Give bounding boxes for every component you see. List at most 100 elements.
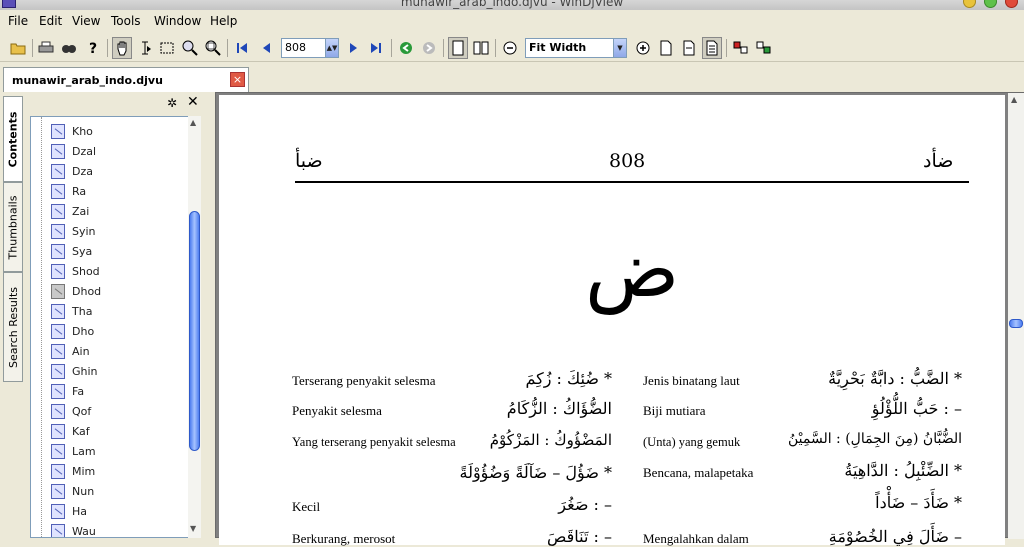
first-page-icon[interactable] xyxy=(232,37,252,59)
viewer-scroll-thumb[interactable] xyxy=(1009,319,1023,328)
display-mode-icon[interactable] xyxy=(731,37,751,59)
zoom-in-icon[interactable] xyxy=(633,37,653,59)
entry-arabic: * ضَأَدَ – ضَأْداً xyxy=(875,493,962,512)
gear-icon[interactable]: ✲ xyxy=(167,96,177,110)
entry-arabic: * ضُئِكَ : زُكِمَ xyxy=(525,369,612,388)
bookmark-icon xyxy=(51,403,65,419)
find-icon[interactable] xyxy=(59,37,79,59)
scroll-up-icon[interactable]: ▲ xyxy=(190,118,196,127)
tree-item-label: Sya xyxy=(72,244,93,258)
menu-edit[interactable]: Edit xyxy=(39,14,62,28)
hand-icon[interactable] xyxy=(112,37,132,59)
zoom-select[interactable]: Fit Width ▼ xyxy=(525,38,627,58)
menu-window[interactable]: Window xyxy=(154,14,201,28)
help-icon[interactable]: ? xyxy=(83,37,103,59)
next-page-icon[interactable] xyxy=(344,37,364,59)
toolbar: ? 808 ▲▼ Fit Width ▼ xyxy=(0,34,1024,62)
document-tab[interactable]: munawir_arab_indo.djvu × xyxy=(3,67,249,92)
tree-item-label: Qof xyxy=(72,404,92,418)
page-spin-icon[interactable]: ▲▼ xyxy=(325,39,338,57)
zoom-icon[interactable] xyxy=(180,37,200,59)
last-page-icon[interactable] xyxy=(366,37,386,59)
tree-item-label: Ha xyxy=(72,504,88,518)
text-select-icon[interactable] xyxy=(135,37,155,59)
page-header-left: ضبأ xyxy=(295,150,323,172)
entry-meaning: Penyakit selesma xyxy=(292,403,382,418)
tree-item-kho[interactable]: Kho xyxy=(51,121,93,141)
page-number-value: 808 xyxy=(285,41,306,54)
tree-item-tha[interactable]: Tha xyxy=(51,301,92,321)
section-letter: ض xyxy=(585,225,680,315)
tree-item-label: Zai xyxy=(72,204,90,218)
tree-item-syin[interactable]: Syin xyxy=(51,221,96,241)
scroll-up-icon[interactable]: ▲ xyxy=(1011,95,1017,104)
bookmark-icon xyxy=(51,123,65,139)
single-page-icon[interactable] xyxy=(448,37,468,59)
title-bar: munawir_arab_indo.djvu - WinDjView xyxy=(0,0,1024,10)
menu-help[interactable]: Help xyxy=(210,14,237,28)
tree-item-lam[interactable]: Lam xyxy=(51,441,96,461)
menu-tools[interactable]: Tools xyxy=(111,14,141,28)
bookmark-icon xyxy=(51,383,65,399)
sidebar-scroll-thumb[interactable] xyxy=(189,211,200,451)
tree-item-shod[interactable]: Shod xyxy=(51,261,100,281)
document-tab-label: munawir_arab_indo.djvu xyxy=(12,74,163,87)
document-viewer[interactable]: ضبأ 808 ضأد ض Terserang penyakit selesma… xyxy=(215,92,1024,546)
zoom-rect-icon[interactable] xyxy=(203,37,223,59)
layer-icon[interactable] xyxy=(754,37,774,59)
tree-item-sya[interactable]: Sya xyxy=(51,241,92,261)
chevron-down-icon[interactable]: ▼ xyxy=(613,39,626,57)
close-icon[interactable]: ✕ xyxy=(187,94,199,110)
header-rule xyxy=(295,181,969,183)
page-icon[interactable] xyxy=(656,37,676,59)
tree-item-zai[interactable]: Zai xyxy=(51,201,89,221)
open-folder-icon[interactable] xyxy=(8,37,28,59)
tree-item-ha[interactable]: Ha xyxy=(51,501,87,521)
forward-icon[interactable] xyxy=(419,37,439,59)
bookmark-icon xyxy=(51,303,65,319)
tree-item-nun[interactable]: Nun xyxy=(51,481,94,501)
tree-item-label: Dzal xyxy=(72,144,97,158)
tab-contents[interactable]: Contents xyxy=(3,96,23,182)
entry-arabic: – : صَغُرَ xyxy=(558,495,612,514)
tree-item-ghin[interactable]: Ghin xyxy=(51,361,98,381)
tree-item-dzal[interactable]: Dzal xyxy=(51,141,96,161)
tree-item-dho[interactable]: Dho xyxy=(51,321,94,341)
tree-item-wau[interactable]: Wau xyxy=(51,521,96,537)
toolbar-separator xyxy=(227,39,228,57)
entry-arabic: * الضَّبُّ : دابَّةٌ بَحْرِيَّةٌ xyxy=(828,369,962,388)
prev-page-icon[interactable] xyxy=(256,37,276,59)
tree-item-kaf[interactable]: Kaf xyxy=(51,421,90,441)
tab-search-results[interactable]: Search Results xyxy=(3,272,23,382)
print-icon[interactable] xyxy=(36,37,56,59)
tree-item-dza[interactable]: Dza xyxy=(51,161,93,181)
scroll-down-icon[interactable]: ▼ xyxy=(190,524,196,533)
bookmark-icon xyxy=(51,203,65,219)
tree-item-ain[interactable]: Ain xyxy=(51,341,90,361)
two-page-icon[interactable] xyxy=(471,37,491,59)
page-header-number: 808 xyxy=(609,150,646,172)
tab-thumbnails[interactable]: Thumbnails xyxy=(3,182,23,272)
sidebar-scrollbar[interactable]: ▲ ▼ xyxy=(188,116,201,538)
menu-view[interactable]: View xyxy=(72,14,100,28)
sidebar-header: ✲ ✕ xyxy=(26,92,210,116)
tree-item-label: Mim xyxy=(72,464,96,478)
close-tab-icon[interactable]: × xyxy=(230,72,245,87)
back-icon[interactable] xyxy=(396,37,416,59)
rect-select-icon[interactable] xyxy=(157,37,177,59)
tree-item-fa[interactable]: Fa xyxy=(51,381,84,401)
bookmark-icon xyxy=(51,243,65,259)
tree-item-qof[interactable]: Qof xyxy=(51,401,91,421)
page-fit-icon[interactable] xyxy=(702,37,722,59)
viewer-scrollbar[interactable]: ▲ xyxy=(1008,93,1024,539)
page-width-icon[interactable] xyxy=(679,37,699,59)
tree-item-ra[interactable]: Ra xyxy=(51,181,86,201)
tree-item-label: Fa xyxy=(72,384,85,398)
menu-file[interactable]: File xyxy=(8,14,28,28)
page-number-input[interactable]: 808 ▲▼ xyxy=(281,38,339,58)
entry-arabic: – : حَبُّ اللُّؤْلُؤِ xyxy=(871,399,962,418)
tree-item-dhod[interactable]: Dhod xyxy=(51,281,101,301)
bookmark-icon xyxy=(51,263,65,279)
zoom-out-icon[interactable] xyxy=(500,37,520,59)
tree-item-mim[interactable]: Mim xyxy=(51,461,95,481)
